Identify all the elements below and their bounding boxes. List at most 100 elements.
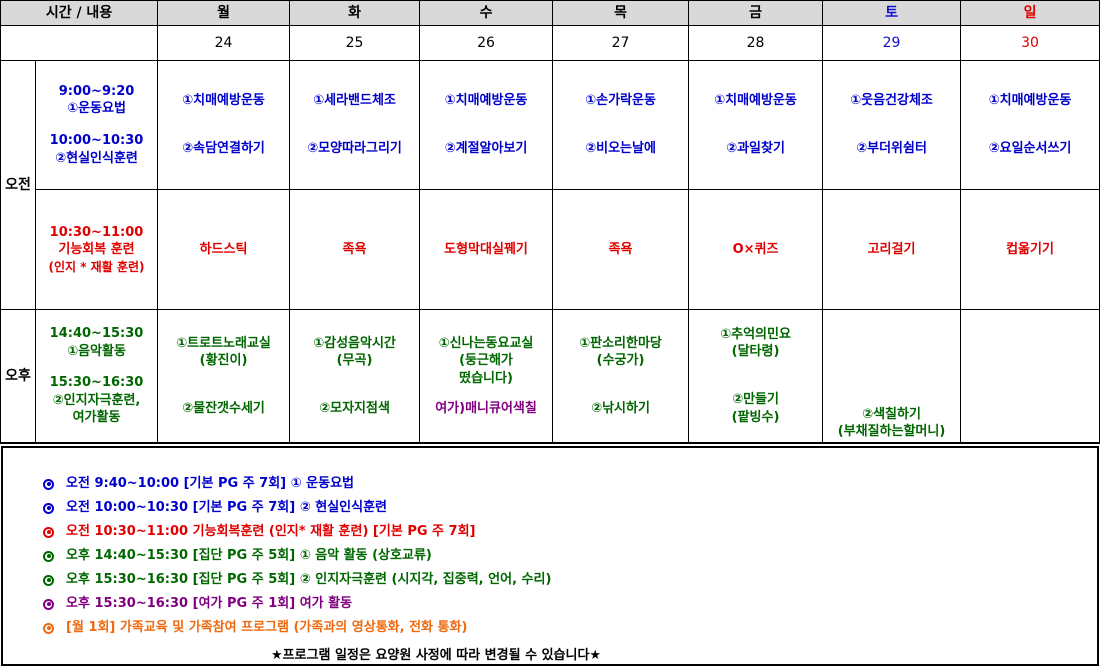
- period-am: 오전: [0, 60, 36, 310]
- notes-list: 오전 9:40~10:00 [기본 PG 주 7회] ① 운동요법 오전 10:…: [43, 472, 1097, 640]
- note-text: 오전 10:30~11:00 기능회복훈련 (인지* 재활 훈련) [기본 PG…: [66, 524, 476, 539]
- rehab-cell-tue: 족욕: [289, 189, 421, 310]
- am-label-2: ②현실인식훈련: [55, 150, 138, 166]
- rehab-time: 10:30~11:00: [49, 224, 144, 240]
- rehab-activity: 하드스틱: [199, 241, 248, 257]
- pm-activity-bottom: ②모자지점색: [319, 400, 390, 416]
- rehab-activity: 도형막대실꿰기: [444, 241, 528, 257]
- note-text: 오후 14:40~15:30 [집단 PG 주 5회] ① 음악 활동 (상호교…: [66, 548, 432, 563]
- am-time-cell-1: 9:00~9:20 ①운동요법 10:00~10:30 ②현실인식훈련: [34, 60, 159, 190]
- pm-time-2: 15:30~16:30: [49, 375, 144, 391]
- pm-cell-tue: ①감성음악시간 (무곡) ②모자지점색: [289, 309, 421, 443]
- pm-activity-bottom: ②물잔갯수세기: [182, 400, 265, 416]
- rehab-activity: 고리걸기: [867, 241, 916, 257]
- pm-activity-bottom: ②낚시하기: [591, 400, 650, 416]
- am-cell-fri: ①치매예방운동 ②과일찾기: [688, 60, 824, 190]
- pm-activity-top-note: (달타령): [731, 344, 780, 360]
- am-activity-bottom: ②비오는날에: [585, 141, 656, 156]
- pm-time-1: 14:40~15:30: [49, 326, 144, 342]
- rehab-cell-fri: O×퀴즈: [688, 189, 824, 310]
- rehab-activity: 족욕: [342, 241, 367, 257]
- time-content-header: 시간 / 내용: [0, 0, 159, 26]
- am-label-1: ①운동요법: [67, 101, 126, 117]
- schedule-notes-box: 오전 9:40~10:00 [기본 PG 주 7회] ① 운동요법 오전 10:…: [0, 443, 1100, 667]
- bullet-icon: [43, 550, 54, 562]
- rehab-activity: 족욕: [608, 241, 633, 257]
- bullet-icon: [43, 526, 54, 538]
- pm-activity-top: ①트로트노래교실: [176, 335, 271, 351]
- rehab-sub-label: (인지 * 재활 훈련): [48, 259, 145, 274]
- day-header-sun: 일: [960, 0, 1100, 26]
- rehab-cell-sat: 고리걸기: [822, 189, 962, 310]
- day-header-mon: 월: [157, 0, 291, 26]
- am-cell-wed: ①치매예방운동 ②계절알아보기: [419, 60, 554, 190]
- date-row: 24 25 26 27 28 29 30: [0, 25, 1100, 61]
- am-session-row-2: 10:30~11:00 기능회복 훈련 (인지 * 재활 훈련) 하드스틱 족욕…: [1, 189, 1100, 310]
- date-wed: 26: [419, 25, 554, 61]
- am-activity-top: ①치매예방운동: [714, 93, 797, 109]
- pm-cell-thu: ①판소리한마당 (수궁가) ②낚시하기: [552, 309, 690, 443]
- am-cell-thu: ①손가락운동 ②비오는날에: [552, 60, 690, 190]
- note-text: 오후 15:30~16:30 [여가 PG 주 1회] 여가 활동: [66, 596, 353, 611]
- pm-activity-top-note-2: 떴습니다): [459, 371, 513, 386]
- rehab-time-cell: 10:30~11:00 기능회복 훈련 (인지 * 재활 훈련): [34, 189, 159, 310]
- pm-time-cell: 14:40~15:30 ①음악활동 15:30~16:30 ②인지자극훈련, 여…: [34, 309, 159, 443]
- date-row-blank: [0, 25, 159, 61]
- date-sun: 30: [960, 25, 1100, 61]
- date-fri: 28: [688, 25, 824, 61]
- date-tue: 25: [289, 25, 421, 61]
- am-activity-top: ①웃음건강체조: [850, 93, 933, 109]
- rehab-activity: O×퀴즈: [732, 241, 779, 257]
- rehab-activity: 컵옮기기: [1006, 241, 1054, 257]
- note-item: 오전 10:00~10:30 [기본 PG 주 7회] ② 현실인식훈련: [43, 496, 1097, 520]
- am-activity-bottom: ②속담연결하기: [182, 141, 265, 156]
- pm-activity-top-note: (황진이): [199, 353, 248, 369]
- am-activity-bottom: ②계절알아보기: [444, 141, 528, 156]
- note-item: 오후 15:30~16:30 [여가 PG 주 1회] 여가 활동: [43, 592, 1097, 616]
- pm-label-2b: 여가활동: [72, 410, 121, 426]
- pm-activity-top-note: (수궁가): [596, 353, 645, 369]
- pm-cell-sun: [960, 309, 1100, 443]
- note-text: [월 1회] 가족교육 및 가족참여 프로그램 (가족과의 영상통화, 전화 통…: [66, 620, 468, 635]
- pm-activity-top: ①판소리한마당: [579, 335, 662, 351]
- am-time-2: 10:00~10:30: [49, 133, 144, 148]
- am-activity-bottom: ②과일찾기: [726, 141, 785, 156]
- pm-activity-bottom: 여가)매니큐어색칠: [435, 400, 537, 416]
- pm-cell-mon: ①트로트노래교실 (황진이) ②물잔갯수세기: [157, 309, 291, 443]
- day-header-thu: 목: [552, 0, 690, 26]
- pm-activity-top: ①추억의민요: [720, 326, 791, 342]
- pm-activity-top: ①감성음악시간: [313, 335, 396, 351]
- pm-activity-bottom-note: (부채질하는할머니): [837, 424, 946, 440]
- rehab-cell-sun: 컵옮기기: [960, 189, 1100, 310]
- pm-cell-wed: ①신나는동요교실 (둥근해가 떴습니다) 여가)매니큐어색칠: [419, 309, 554, 443]
- pm-cell-fri: ①추억의민요 (달타령) ②만들기 (팥빙수): [688, 309, 824, 443]
- am-activity-top: ①치매예방운동: [444, 93, 528, 109]
- note-text: 오전 10:00~10:30 [기본 PG 주 7회] ② 현실인식훈련: [66, 500, 387, 515]
- am-activity-bottom: ②요일순서쓰기: [988, 141, 1072, 156]
- pm-activity-bottom: ②색칠하기: [862, 406, 921, 422]
- bullet-icon: [43, 502, 54, 514]
- am-time-1: 9:00~9:20: [58, 83, 135, 99]
- pm-session-row: 오후 14:40~15:30 ①음악활동 15:30~16:30 ②인지자극훈련…: [0, 309, 1100, 443]
- am-cell-tue: ①세라밴드체조 ②모양따라그리기: [289, 60, 421, 190]
- bullet-icon: [43, 622, 54, 634]
- date-sat: 29: [822, 25, 962, 61]
- bullet-icon: [43, 574, 54, 586]
- note-text: 오전 9:40~10:00 [기본 PG 주 7회] ① 운동요법: [66, 476, 355, 491]
- note-text: 오후 15:30~16:30 [집단 PG 주 5회] ② 인지자극훈련 (시지…: [66, 572, 552, 587]
- day-header-sat: 토: [822, 0, 962, 26]
- weekly-schedule-table: 시간 / 내용 월 화 수 목 금 토 일 24 25 26 27 28 29 …: [0, 0, 1100, 443]
- rehab-cell-wed: 도형막대실꿰기: [419, 189, 554, 310]
- note-item: 오후 14:40~15:30 [집단 PG 주 5회] ① 음악 활동 (상호교…: [43, 544, 1097, 568]
- bullet-icon: [43, 598, 54, 610]
- am-activity-bottom: ②모양따라그리기: [307, 141, 402, 156]
- date-mon: 24: [157, 25, 291, 61]
- am-activity-bottom: ②부더위쉼터: [856, 141, 927, 156]
- day-header-tue: 화: [289, 0, 421, 26]
- am-activity-top: ①손가락운동: [585, 93, 656, 109]
- day-header-fri: 금: [688, 0, 824, 26]
- bullet-icon: [43, 478, 54, 490]
- rehab-cell-mon: 하드스틱: [157, 189, 291, 310]
- am-session-row-1: 오전 9:00~9:20 ①운동요법 10:00~10:30 ②현실인식훈련 ①…: [0, 60, 1100, 310]
- am-activity-top: ①치매예방운동: [988, 93, 1072, 109]
